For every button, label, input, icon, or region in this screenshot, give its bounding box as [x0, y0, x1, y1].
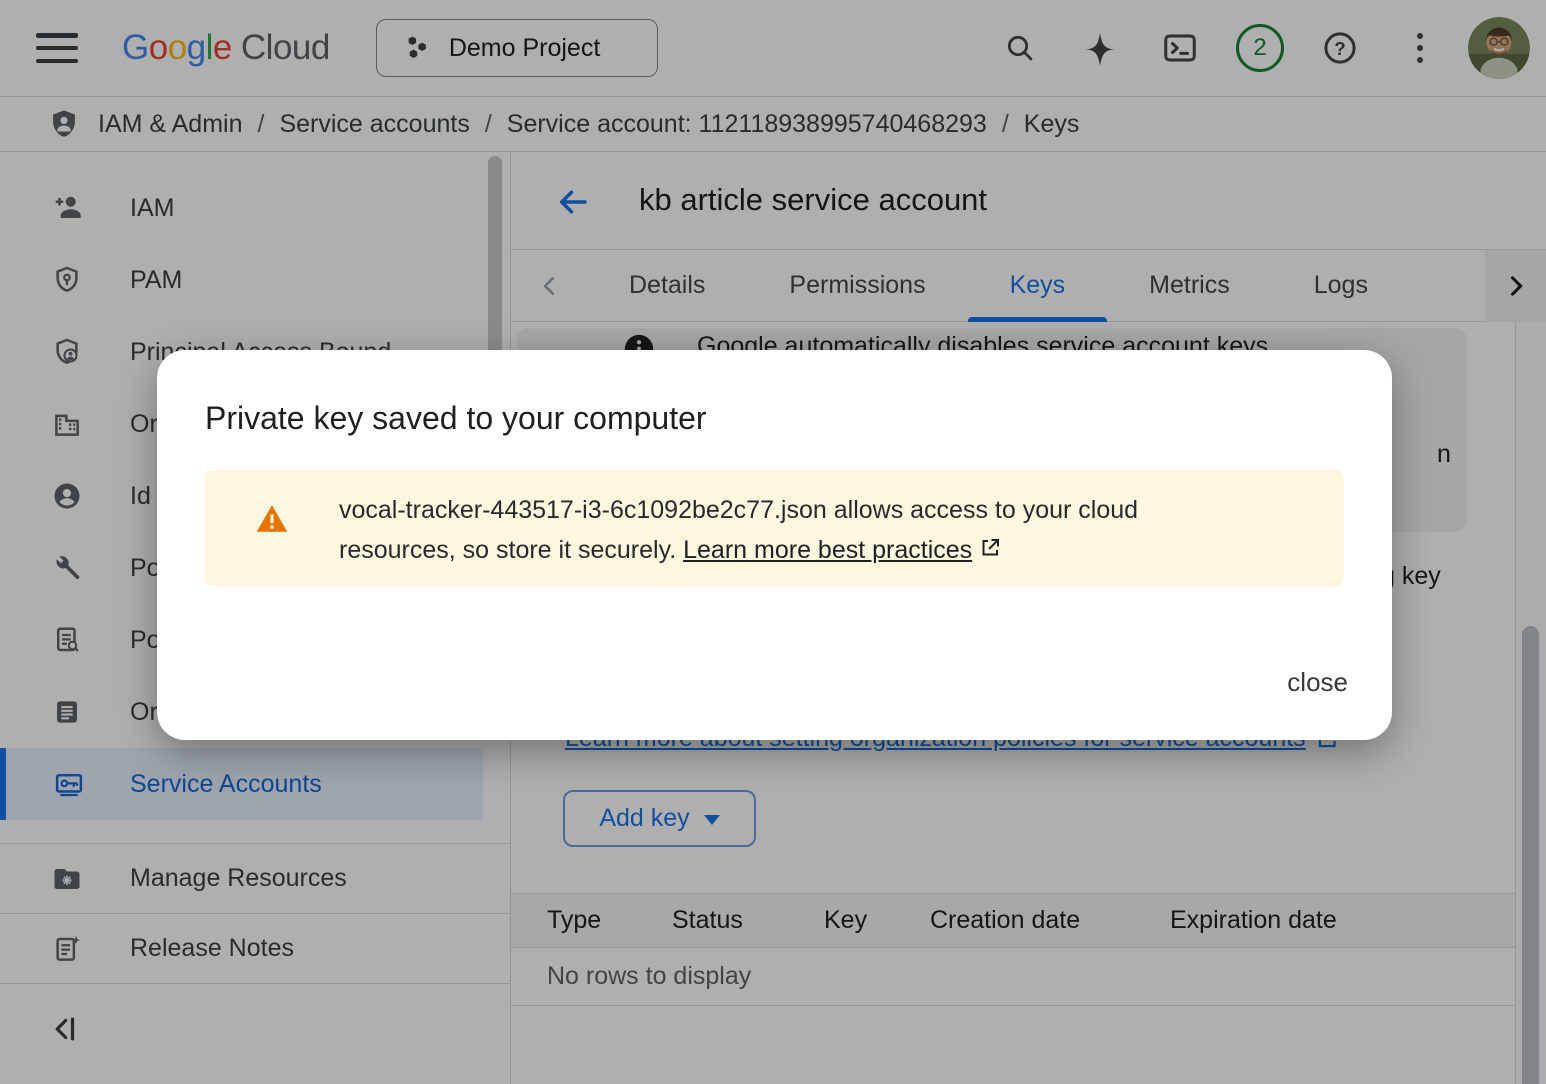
best-practices-link[interactable]: Learn more best practices: [683, 536, 972, 564]
warning-banner: vocal-tracker-443517-i3-6c1092be2c77.jso…: [205, 470, 1344, 586]
warning-line-1: vocal-tracker-443517-i3-6c1092be2c77.jso…: [339, 496, 1138, 524]
warning-triangle-icon: [255, 502, 289, 536]
warning-line-2: resources, so store it securely.: [339, 536, 676, 564]
dialog-title: Private key saved to your computer: [205, 400, 707, 437]
external-link-icon: [978, 532, 1002, 572]
close-button[interactable]: close: [1287, 667, 1348, 698]
private-key-dialog: Private key saved to your computer vocal…: [157, 350, 1392, 740]
warning-text: vocal-tracker-443517-i3-6c1092be2c77.jso…: [339, 490, 1339, 572]
